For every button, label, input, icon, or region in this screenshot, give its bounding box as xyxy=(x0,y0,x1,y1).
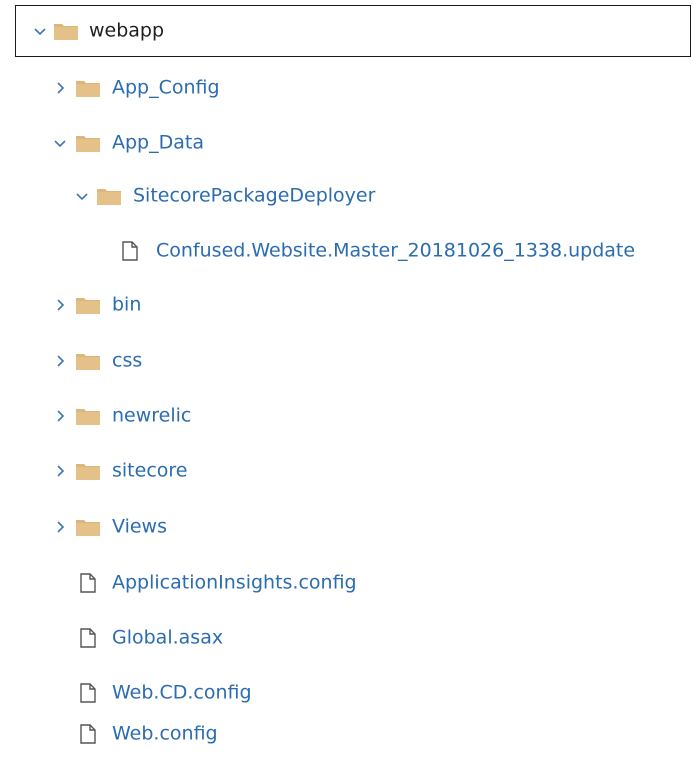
folder-icon xyxy=(75,133,101,153)
chevron-right-icon[interactable] xyxy=(52,297,68,313)
chevron-down-icon[interactable] xyxy=(52,135,68,151)
chevron-right-icon[interactable] xyxy=(52,519,68,535)
tree-item-label: Confused.Website.Master_20181026_1338.up… xyxy=(156,239,636,262)
chevron-right-icon[interactable] xyxy=(52,408,68,424)
tree-item-global-asax[interactable]: Global.asax xyxy=(0,610,693,666)
tree-item-sitecorepackagedeployer[interactable]: SitecorePackageDeployer xyxy=(0,168,693,224)
folder-icon xyxy=(75,461,101,481)
tree-item-label: Views xyxy=(112,515,167,538)
file-icon xyxy=(121,240,139,262)
tree-item-label: newrelic xyxy=(112,404,192,427)
tree-item-webapp[interactable]: webapp xyxy=(15,5,691,57)
folder-icon xyxy=(75,78,101,98)
tree-item-web-config[interactable]: Web.config xyxy=(0,706,693,762)
chevron-down-icon[interactable] xyxy=(32,23,48,39)
folder-icon xyxy=(75,351,101,371)
file-icon xyxy=(79,723,97,745)
tree-item-label: sitecore xyxy=(112,459,188,482)
file-icon xyxy=(79,627,97,649)
tree-item-label: ApplicationInsights.config xyxy=(112,571,357,594)
tree-item-label: App_Data xyxy=(112,131,204,154)
folder-icon xyxy=(96,186,122,206)
tree-item-label: bin xyxy=(112,293,142,316)
folder-icon xyxy=(75,295,101,315)
chevron-down-icon[interactable] xyxy=(74,188,90,204)
tree-item-label: css xyxy=(112,349,143,372)
file-icon xyxy=(79,572,97,594)
tree-item-views[interactable]: Views xyxy=(0,499,693,555)
tree-item-css[interactable]: css xyxy=(0,333,693,389)
tree-item-newrelic[interactable]: newrelic xyxy=(0,388,693,444)
tree-item-label: Web.config xyxy=(112,722,218,745)
tree-item-app-data[interactable]: App_Data xyxy=(0,115,693,171)
tree-item-bin[interactable]: bin xyxy=(0,277,693,333)
tree-item-applicationinsights-config[interactable]: ApplicationInsights.config xyxy=(0,555,693,611)
chevron-right-icon[interactable] xyxy=(52,353,68,369)
tree-item-label: SitecorePackageDeployer xyxy=(133,184,376,207)
chevron-right-icon[interactable] xyxy=(52,463,68,479)
tree-item-app-config[interactable]: App_Config xyxy=(0,60,693,116)
folder-icon xyxy=(75,517,101,537)
tree-item-label: App_Config xyxy=(112,76,220,99)
folder-icon xyxy=(53,21,79,41)
file-tree: webapp App_Config App_Data SitecorePacka… xyxy=(0,0,693,762)
folder-icon xyxy=(75,406,101,426)
file-icon xyxy=(79,682,97,704)
tree-item-sitecore[interactable]: sitecore xyxy=(0,443,693,499)
chevron-right-icon[interactable] xyxy=(52,80,68,96)
tree-item-update-file[interactable]: Confused.Website.Master_20181026_1338.up… xyxy=(0,223,693,279)
tree-item-label: webapp xyxy=(89,19,165,42)
tree-item-label: Web.CD.config xyxy=(112,681,252,704)
tree-item-label: Global.asax xyxy=(112,626,224,649)
